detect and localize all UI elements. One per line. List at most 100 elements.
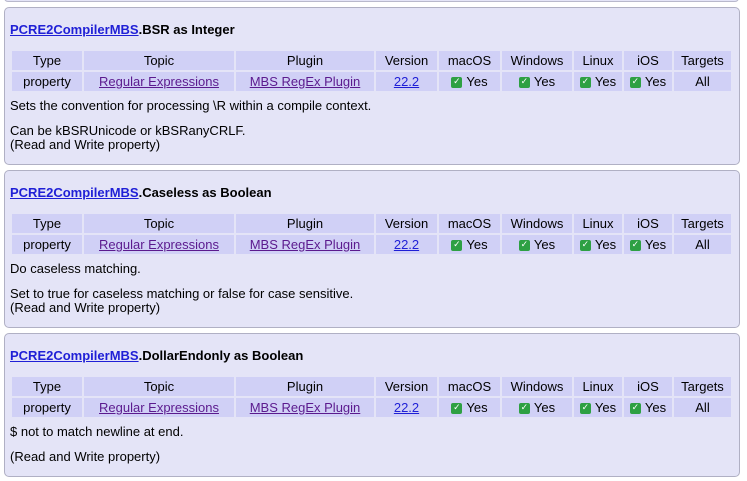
header-version: Version — [376, 214, 437, 233]
class-link[interactable]: PCRE2CompilerMBS — [10, 185, 139, 200]
table-header-row: Type Topic Plugin Version macOS Windows … — [12, 377, 731, 396]
header-topic: Topic — [84, 51, 234, 70]
cell-plugin: MBS RegEx Plugin — [236, 72, 374, 91]
header-macos: macOS — [439, 51, 500, 70]
header-version: Version — [376, 51, 437, 70]
version-link[interactable]: 22.2 — [394, 237, 419, 252]
plugin-link[interactable]: MBS RegEx Plugin — [250, 74, 361, 89]
header-plugin: Plugin — [236, 51, 374, 70]
header-macos: macOS — [439, 214, 500, 233]
version-link[interactable]: 22.2 — [394, 400, 419, 415]
version-link[interactable]: 22.2 — [394, 74, 419, 89]
header-plugin: Plugin — [236, 214, 374, 233]
macos-value: Yes — [466, 237, 488, 252]
checkmark-icon: ✓ — [629, 77, 641, 89]
cell-windows: ✓ Yes — [502, 72, 572, 91]
table-header-row: Type Topic Plugin Version macOS Windows … — [12, 214, 731, 233]
cell-macos: ✓ Yes — [439, 235, 500, 254]
cell-windows: ✓ Yes — [502, 235, 572, 254]
cell-macos: ✓ Yes — [439, 398, 500, 417]
info-table: Type Topic Plugin Version macOS Windows … — [10, 49, 733, 93]
description-text: Sets the convention for processing \R wi… — [10, 98, 372, 113]
cell-linux: ✓ Yes — [574, 398, 622, 417]
linux-value: Yes — [594, 400, 617, 415]
cell-type: property — [12, 398, 82, 417]
entry-title: PCRE2CompilerMBS.BSR as Integer — [10, 22, 235, 37]
cell-targets: All — [674, 398, 731, 417]
header-topic: Topic — [84, 214, 234, 233]
table-header-row: Type Topic Plugin Version macOS Windows … — [12, 51, 731, 70]
table-row: property Regular Expressions MBS RegEx P… — [12, 72, 731, 91]
linux-value: Yes — [594, 74, 617, 89]
checkmark-icon: ✓ — [451, 240, 463, 252]
table-row: property Regular Expressions MBS RegEx P… — [12, 235, 731, 254]
ios-value: Yes — [644, 237, 667, 252]
info-table: Type Topic Plugin Version macOS Windows … — [10, 375, 733, 419]
cell-linux: ✓ Yes — [574, 72, 622, 91]
header-macos: macOS — [439, 377, 500, 396]
header-windows: Windows — [502, 51, 572, 70]
cell-linux: ✓ Yes — [574, 235, 622, 254]
cell-topic: Regular Expressions — [84, 398, 234, 417]
info-table: Type Topic Plugin Version macOS Windows … — [10, 212, 733, 256]
checkmark-icon: ✓ — [579, 240, 591, 252]
header-version: Version — [376, 377, 437, 396]
entry-title: PCRE2CompilerMBS.Caseless as Boolean — [10, 185, 272, 200]
cell-topic: Regular Expressions — [84, 235, 234, 254]
cell-targets: All — [674, 72, 731, 91]
class-link[interactable]: PCRE2CompilerMBS — [10, 348, 139, 363]
checkmark-icon: ✓ — [518, 240, 530, 252]
checkmark-icon: ✓ — [518, 403, 530, 415]
cell-type: property — [12, 72, 82, 91]
header-windows: Windows — [502, 377, 572, 396]
header-linux: Linux — [574, 51, 622, 70]
ios-value: Yes — [644, 74, 667, 89]
cell-topic: Regular Expressions — [84, 72, 234, 91]
header-ios: iOS — [624, 214, 672, 233]
checkmark-icon: ✓ — [518, 77, 530, 89]
cell-ios: ✓ Yes — [624, 235, 672, 254]
header-topic: Topic — [84, 377, 234, 396]
description-text: $ not to match newline at end. — [10, 424, 184, 439]
entry-card: PCRE2CompilerMBS.DollarEndonly as Boolea… — [4, 333, 740, 477]
access-note: (Read and Write property) — [10, 300, 161, 315]
plugin-link[interactable]: MBS RegEx Plugin — [250, 237, 361, 252]
member-signature: .Caseless as Boolean — [138, 185, 272, 200]
access-note: (Read and Write property) — [10, 137, 161, 152]
access-note: (Read and Write property) — [10, 449, 161, 464]
header-targets: Targets — [674, 51, 731, 70]
cell-plugin: MBS RegEx Plugin — [236, 398, 374, 417]
topic-link[interactable]: Regular Expressions — [99, 237, 219, 252]
windows-value: Yes — [533, 74, 556, 89]
header-targets: Targets — [674, 377, 731, 396]
header-linux: Linux — [574, 377, 622, 396]
checkmark-icon: ✓ — [629, 403, 641, 415]
table-row: property Regular Expressions MBS RegEx P… — [12, 398, 731, 417]
description-text: Do caseless matching. — [10, 261, 141, 276]
cell-type: property — [12, 235, 82, 254]
plugin-link[interactable]: MBS RegEx Plugin — [250, 400, 361, 415]
topic-link[interactable]: Regular Expressions — [99, 400, 219, 415]
header-ios: iOS — [624, 377, 672, 396]
cell-ios: ✓ Yes — [624, 72, 672, 91]
linux-value: Yes — [594, 237, 617, 252]
cell-version: 22.2 — [376, 398, 437, 417]
checkmark-icon: ✓ — [629, 240, 641, 252]
cell-version: 22.2 — [376, 72, 437, 91]
checkmark-icon: ✓ — [579, 403, 591, 415]
macos-value: Yes — [466, 400, 488, 415]
previous-entry-card-edge — [4, 0, 739, 2]
header-type: Type — [12, 51, 82, 70]
topic-link[interactable]: Regular Expressions — [99, 74, 219, 89]
checkmark-icon: ✓ — [451, 77, 463, 89]
header-windows: Windows — [502, 214, 572, 233]
checkmark-icon: ✓ — [451, 403, 463, 415]
entry-card: PCRE2CompilerMBS.Caseless as Boolean Typ… — [4, 170, 740, 328]
note-text: Set to true for caseless matching or fal… — [10, 286, 354, 301]
windows-value: Yes — [533, 237, 556, 252]
header-ios: iOS — [624, 51, 672, 70]
cell-macos: ✓ Yes — [439, 72, 500, 91]
class-link[interactable]: PCRE2CompilerMBS — [10, 22, 139, 37]
cell-windows: ✓ Yes — [502, 398, 572, 417]
note-text: Can be kBSRUnicode or kBSRanyCRLF. — [10, 123, 246, 138]
